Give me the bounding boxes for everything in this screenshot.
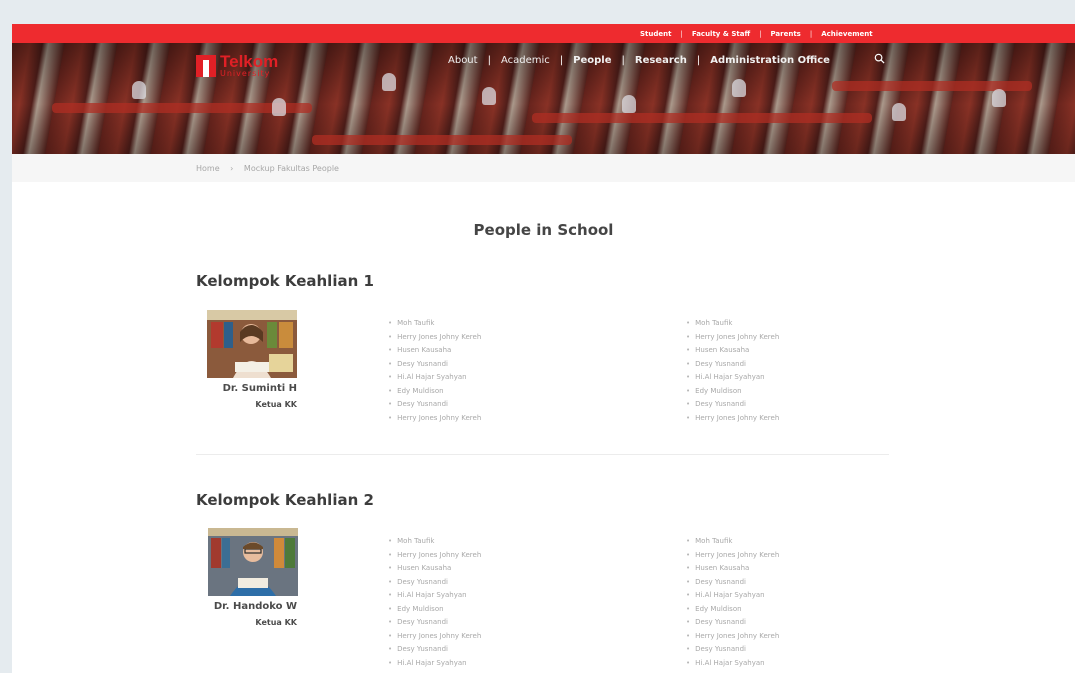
list-item: Hi.Al Hajar Syahyan [388, 657, 481, 671]
member-list-left: Moh Taufik Herry Jones Johny Kereh Husen… [388, 535, 481, 670]
banner-figure [382, 73, 396, 91]
list-item: Desy Yusnandi [686, 398, 779, 412]
list-item: Husen Kausaha [388, 562, 481, 576]
list-item: Edy Muldison [388, 385, 481, 399]
hero-banner: Telkom University About | Academic | Peo… [12, 43, 1075, 154]
list-item: Desy Yusnandi [686, 616, 779, 630]
breadcrumb-home[interactable]: Home [196, 164, 220, 173]
banner-seat-row [312, 135, 572, 145]
breadcrumb: Home › Mockup Fakultas People [12, 154, 1075, 182]
list-item: Moh Taufik [388, 535, 481, 549]
nav-separator: | [559, 54, 564, 66]
banner-figure [622, 95, 636, 113]
portrait-image-2 [208, 528, 298, 596]
list-item: Edy Muldison [388, 603, 481, 617]
list-item: Herry Jones Johny Kereh [686, 331, 779, 345]
list-item: Desy Yusnandi [388, 358, 481, 372]
member-list-left: Moh Taufik Herry Jones Johny Kereh Husen… [388, 317, 481, 425]
top-links: Student | Faculty & Staff | Parents | Ac… [640, 24, 873, 43]
page-title: People in School [473, 221, 614, 239]
top-bar: Student | Faculty & Staff | Parents | Ac… [12, 24, 1075, 43]
main-nav: About | Academic | People | Research | A… [448, 53, 830, 67]
banner-figure [132, 81, 146, 99]
list-item: Hi.Al Hajar Syahyan [686, 371, 779, 385]
list-item: Desy Yusnandi [686, 643, 779, 657]
list-item: Herry Jones Johny Kereh [388, 549, 481, 563]
chevron-right-icon: › [230, 164, 234, 173]
top-link-student[interactable]: Student [640, 30, 671, 38]
person-name: Dr. Suminti H [222, 383, 297, 394]
list-item: Herry Jones Johny Kereh [388, 331, 481, 345]
top-link-separator: | [759, 29, 762, 38]
portrait-image-1 [207, 310, 297, 378]
logo-text: Telkom University [220, 53, 278, 78]
banner-figure [272, 98, 286, 116]
nav-item-research[interactable]: Research [635, 55, 687, 66]
list-item: Desy Yusnandi [686, 358, 779, 372]
list-item: Desy Yusnandi [388, 576, 481, 590]
person-role: Ketua KK [255, 400, 297, 409]
nav-separator: | [621, 54, 625, 66]
banner-figure [732, 79, 746, 97]
list-item: Herry Jones Johny Kereh [686, 412, 779, 426]
person-name: Dr. Handoko W [213, 601, 297, 612]
banner-figure [892, 103, 906, 121]
logo-line-1: Telkom [220, 52, 279, 71]
list-item: Edy Muldison [686, 385, 779, 399]
photo-handoko [208, 528, 298, 596]
top-link-achievement[interactable]: Achievement [821, 30, 872, 38]
nav-item-academic[interactable]: Academic [501, 55, 550, 66]
list-item: Moh Taufik [686, 535, 779, 549]
photo-suminti [207, 310, 297, 378]
list-item: Hi.Al Hajar Syahyan [686, 657, 779, 671]
list-item: Edy Muldison [686, 603, 779, 617]
member-list-right: Moh Taufik Herry Jones Johny Kereh Husen… [686, 317, 779, 425]
list-item: Hi.Al Hajar Syahyan [388, 589, 481, 603]
list-item: Moh Taufik [686, 317, 779, 331]
list-item: Herry Jones Johny Kereh [686, 549, 779, 563]
list-item: Desy Yusnandi [388, 398, 481, 412]
banner-figure [482, 87, 496, 105]
nav-separator: | [487, 54, 491, 66]
search-icon[interactable] [874, 53, 885, 64]
top-link-separator: | [809, 29, 813, 38]
group-title-1: Kelompok Keahlian 1 [196, 272, 374, 290]
breadcrumb-current: Mockup Fakultas People [243, 164, 339, 173]
list-item: Hi.Al Hajar Syahyan [686, 589, 779, 603]
section-divider [196, 454, 889, 455]
list-item: Husen Kausaha [686, 562, 779, 576]
nav-item-administration-office[interactable]: Administration Office [710, 55, 830, 66]
person-role: Ketua KK [255, 618, 297, 627]
list-item: Hi.Al Hajar Syahyan [388, 371, 481, 385]
banner-seat-row [532, 113, 872, 123]
nav-separator: | [696, 54, 701, 66]
list-item: Herry Jones Johny Kereh [388, 630, 481, 644]
nav-item-about[interactable]: About [448, 55, 478, 66]
nav-item-people[interactable]: People [573, 55, 611, 66]
list-item: Desy Yusnandi [388, 643, 481, 657]
top-link-parents[interactable]: Parents [770, 30, 800, 38]
member-list-right: Moh Taufik Herry Jones Johny Kereh Husen… [686, 535, 779, 670]
university-logo[interactable]: Telkom University [196, 53, 278, 78]
list-item: Husen Kausaha [388, 344, 481, 358]
logo-mark-icon [196, 54, 216, 77]
list-item: Desy Yusnandi [686, 576, 779, 590]
page: Student | Faculty & Staff | Parents | Ac… [12, 24, 1075, 673]
list-item: Husen Kausaha [686, 344, 779, 358]
logo-line-2: University [220, 69, 271, 78]
list-item: Desy Yusnandi [388, 616, 481, 630]
top-link-separator: | [680, 29, 683, 38]
list-item: Herry Jones Johny Kereh [388, 412, 481, 426]
list-item: Moh Taufik [388, 317, 481, 331]
banner-figure [992, 89, 1006, 107]
top-link-faculty-staff[interactable]: Faculty & Staff [692, 30, 750, 38]
group-title-2: Kelompok Keahlian 2 [196, 491, 374, 509]
list-item: Herry Jones Johny Kereh [686, 630, 779, 644]
